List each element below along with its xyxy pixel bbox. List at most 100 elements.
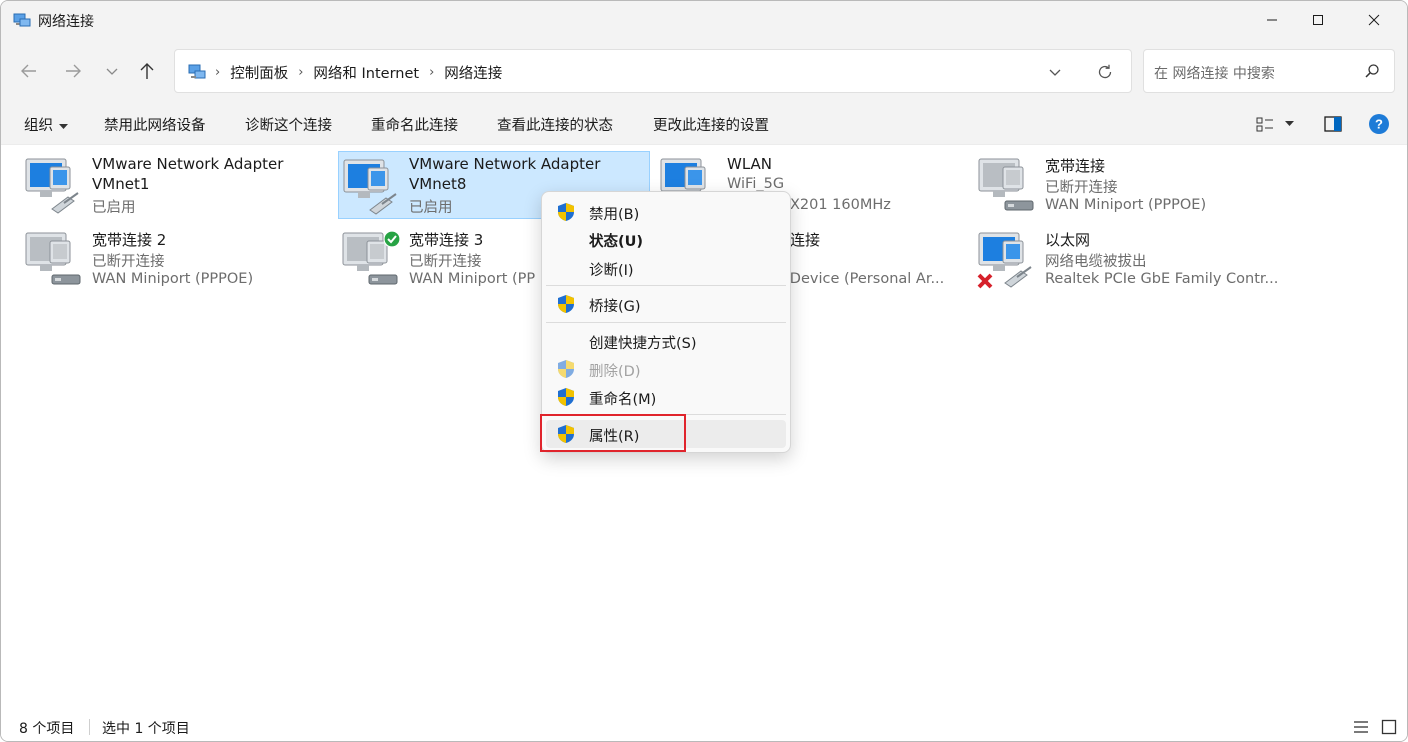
organize-menu-button[interactable]: 组织 — [24, 114, 68, 135]
chevron-down-icon — [1049, 69, 1061, 76]
maximize-button[interactable] — [1295, 1, 1341, 39]
details-view-button[interactable] — [1353, 720, 1369, 738]
change-settings-button[interactable]: 更改此连接的设置 — [653, 114, 769, 135]
uac-shield-icon — [556, 387, 576, 407]
connection-device: WAN Miniport (PP — [409, 271, 536, 287]
svg-text:?: ? — [1375, 117, 1383, 132]
network-adapter-icon — [342, 158, 402, 216]
change-view-button[interactable] — [1253, 113, 1277, 135]
network-adapter-icon — [24, 157, 84, 215]
menu-label: 诊断(I) — [589, 263, 634, 279]
view-dropdown-button[interactable] — [1281, 113, 1297, 135]
breadcrumb-network-internet[interactable]: 网络和 Internet — [313, 62, 419, 83]
view-status-button[interactable]: 查看此连接的状态 — [497, 114, 613, 135]
recent-locations-button[interactable] — [100, 59, 124, 83]
arrow-left-icon — [21, 64, 36, 78]
breadcrumb-separator-icon[interactable]: › — [429, 65, 434, 80]
status-separator — [89, 719, 90, 735]
network-connections-icon — [13, 11, 31, 29]
forward-button[interactable] — [61, 59, 85, 83]
breadcrumb-separator-icon[interactable]: › — [215, 65, 220, 80]
menu-label: 重命名(M) — [589, 392, 657, 408]
breadcrumb-separator-icon[interactable]: › — [298, 65, 303, 80]
control-panel-icon — [187, 62, 207, 82]
preview-pane-icon — [1324, 116, 1342, 132]
connection-item-ethernet[interactable]: 以太网 网络电缆被拔出 Realtek PCIe GbE Family Cont… — [957, 225, 1278, 293]
connection-item-broadband-1[interactable]: 宽带连接 已断开连接 WAN Miniport (PPPOE) — [957, 151, 1269, 219]
selected-count: 选中 1 个项目 — [102, 721, 190, 737]
caret-down-icon — [59, 118, 68, 134]
connection-status: WiFi_5G — [727, 176, 785, 192]
connection-item-broadband-2[interactable]: 宽带连接 2 已断开连接 WAN Miniport (PPPOE) — [4, 225, 316, 293]
connection-item-vmnet1[interactable]: VMware Network Adapter VMnet1 已启用 — [4, 151, 316, 219]
connection-status: 已启用 — [409, 200, 453, 216]
back-button[interactable] — [17, 59, 41, 83]
preview-pane-button[interactable] — [1321, 113, 1345, 135]
menu-item-create-shortcut[interactable]: 创建快捷方式(S) — [546, 327, 786, 355]
menu-item-diagnose[interactable]: 诊断(I) — [546, 254, 786, 282]
search-input[interactable]: 在 网络连接 中搜索 — [1143, 49, 1395, 93]
organize-label: 组织 — [24, 118, 53, 134]
help-button[interactable]: ? — [1367, 113, 1391, 135]
up-button[interactable] — [135, 59, 159, 83]
menu-item-disable[interactable]: 禁用(B) — [546, 198, 786, 226]
diagnose-connection-button[interactable]: 诊断这个连接 — [245, 114, 332, 135]
connection-device: WAN Miniport (PPPOE) — [1045, 197, 1207, 213]
view-options-icon — [1256, 117, 1273, 132]
connection-status: 网络电缆被拔出 — [1045, 254, 1147, 270]
menu-label: 桥接(G) — [589, 299, 641, 315]
address-dropdown-button[interactable] — [1045, 62, 1065, 82]
status-bar: 8 个项目 选中 1 个项目 — [1, 709, 1407, 741]
connection-status: 已断开连接 — [92, 254, 165, 270]
connection-name: 以太网 — [1045, 231, 1091, 249]
arrow-up-icon — [140, 63, 154, 79]
highlight-annotation — [540, 414, 686, 452]
menu-label: 禁用(B) — [589, 207, 640, 223]
network-connections-window: 网络连接 › 控制面板 › 网络和 Internet › 网络连接 在 网络连接… — [0, 0, 1408, 742]
caret-down-icon — [1284, 121, 1294, 126]
address-row: › 控制面板 › 网络和 Internet › 网络连接 在 网络连接 中搜索 — [1, 39, 1407, 103]
title-bar: 网络连接 — [1, 1, 1407, 39]
arrow-right-icon — [66, 64, 81, 78]
connection-name: 宽带连接 2 — [92, 231, 167, 249]
connection-name-line2: VMnet1 — [92, 175, 150, 193]
connection-status: 已断开连接 — [1045, 180, 1118, 196]
command-bar: 组织 禁用此网络设备 诊断这个连接 重命名此连接 查看此连接的状态 更改此连接的… — [1, 103, 1407, 145]
menu-label: 删除(D) — [589, 364, 641, 380]
uac-shield-icon — [556, 294, 576, 314]
refresh-icon — [1098, 64, 1112, 79]
connection-status: 已断开连接 — [409, 254, 482, 270]
breadcrumb-control-panel[interactable]: 控制面板 — [230, 62, 288, 83]
details-view-icon — [1354, 721, 1368, 733]
menu-item-status[interactable]: 状态(U) — [546, 225, 786, 253]
search-icon[interactable] — [1364, 63, 1380, 83]
search-placeholder: 在 网络连接 中搜索 — [1154, 66, 1275, 82]
connection-device: h Device (Personal Ar... — [776, 271, 945, 287]
maximize-icon — [1313, 15, 1323, 25]
address-bar[interactable]: › 控制面板 › 网络和 Internet › 网络连接 — [174, 49, 1132, 93]
breadcrumb-network-connections[interactable]: 网络连接 — [444, 62, 502, 83]
tiles-view-icon — [1381, 719, 1397, 735]
chevron-down-icon — [106, 68, 118, 75]
menu-separator — [546, 322, 786, 323]
menu-item-rename[interactable]: 重命名(M) — [546, 383, 786, 411]
menu-item-bridge[interactable]: 桥接(G) — [546, 290, 786, 318]
disable-device-button[interactable]: 禁用此网络设备 — [104, 114, 206, 135]
ethernet-adapter-icon — [977, 231, 1037, 289]
connection-name-line2: VMnet8 — [409, 175, 467, 193]
connection-name: WLAN — [727, 155, 773, 173]
connection-name: 宽带连接 3 — [409, 231, 484, 249]
uac-shield-icon — [556, 202, 576, 222]
connection-device: WAN Miniport (PPPOE) — [92, 271, 254, 287]
rename-connection-button[interactable]: 重命名此连接 — [371, 114, 458, 135]
item-count: 8 个项目 — [19, 721, 75, 737]
uac-shield-icon — [556, 359, 576, 379]
close-button[interactable] — [1351, 1, 1397, 39]
modem-icon — [341, 230, 401, 289]
minimize-button[interactable] — [1249, 1, 1295, 39]
tiles-view-button[interactable] — [1381, 719, 1397, 739]
connection-device: Realtek PCIe GbE Family Contr... — [1045, 271, 1279, 287]
connection-name: 连接 — [790, 231, 821, 249]
refresh-button[interactable] — [1095, 62, 1115, 82]
close-icon — [1368, 14, 1380, 26]
